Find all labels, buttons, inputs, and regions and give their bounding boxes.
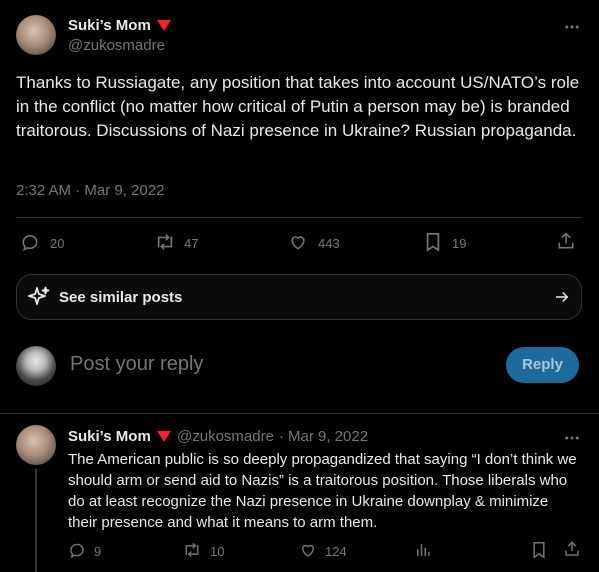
- like-icon[interactable]: [299, 541, 317, 559]
- reply-like-count: 124: [325, 544, 347, 559]
- reply-button[interactable]: Reply: [506, 347, 579, 383]
- author-handle[interactable]: @zukosmadre: [68, 37, 165, 54]
- current-user-avatar[interactable]: [16, 346, 56, 386]
- reply-repost-count: 10: [210, 544, 225, 559]
- see-similar-posts-label: See similar posts: [59, 289, 183, 306]
- reply-date[interactable]: Mar 9, 2022: [288, 428, 368, 445]
- thread-line: [35, 469, 37, 572]
- bookmark-count: 19: [452, 236, 467, 251]
- repost-icon[interactable]: [154, 232, 176, 252]
- sparkle-icon: [27, 285, 51, 309]
- more-icon[interactable]: [563, 429, 581, 447]
- repost-icon[interactable]: [182, 541, 202, 559]
- reply-icon[interactable]: [68, 541, 86, 559]
- reply-count: 20: [50, 236, 65, 251]
- author-display-name[interactable]: Suki’s Mom: [68, 17, 151, 34]
- bookmark-icon[interactable]: [424, 232, 442, 252]
- author-avatar[interactable]: [16, 15, 56, 55]
- reply-reply-count: 9: [94, 544, 102, 559]
- reply-icon[interactable]: [20, 232, 40, 252]
- share-icon[interactable]: [563, 540, 581, 558]
- like-count: 443: [318, 236, 340, 251]
- repost-count: 47: [184, 236, 199, 251]
- reply-author-avatar[interactable]: [16, 425, 56, 465]
- divider: [0, 413, 599, 414]
- reply-input[interactable]: Post your reply: [70, 353, 203, 376]
- reply-author-display-name[interactable]: Suki’s Mom: [68, 428, 151, 445]
- reply-date-separator: ·: [279, 428, 284, 445]
- views-icon[interactable]: [414, 541, 432, 559]
- arrow-right-icon: [553, 288, 571, 306]
- post-text: Thanks to Russiagate, any position that …: [16, 73, 580, 140]
- share-icon[interactable]: [556, 231, 576, 251]
- more-icon[interactable]: [563, 18, 581, 36]
- divider: [16, 217, 582, 218]
- like-icon[interactable]: [288, 232, 308, 252]
- reply-text: The American public is so deeply propaga…: [68, 451, 577, 531]
- bookmark-icon[interactable]: [531, 541, 547, 559]
- pink-triangle-badge-icon: [157, 20, 171, 32]
- post-timestamp[interactable]: 2:32 AM · Mar 9, 2022: [16, 182, 164, 199]
- pink-triangle-badge-icon: [157, 431, 171, 443]
- reply-author-handle[interactable]: @zukosmadre: [177, 428, 274, 445]
- see-similar-posts-button[interactable]: See similar posts: [16, 274, 582, 320]
